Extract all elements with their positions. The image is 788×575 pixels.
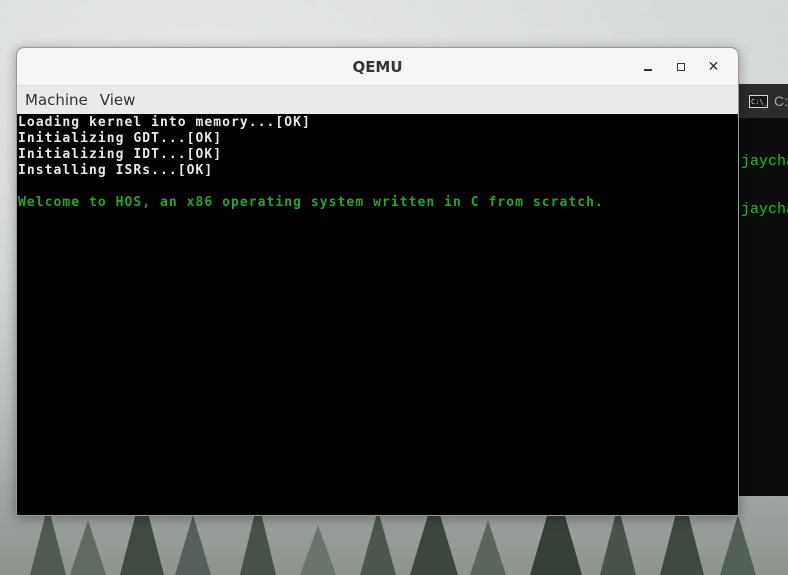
tree	[70, 520, 106, 575]
tree	[300, 525, 336, 575]
qemu-window[interactable]: QEMU ✕ Machine View Loading kernel into …	[16, 47, 739, 516]
vga-display[interactable]: Loading kernel into memory...[OK] Initia…	[17, 114, 738, 515]
console-window[interactable]: C:\_ C:\ jaycha jaycha	[738, 84, 788, 496]
window-title: QEMU	[352, 57, 403, 76]
minimize-icon	[643, 68, 652, 71]
close-button[interactable]: ✕	[697, 48, 730, 85]
tree	[470, 520, 506, 575]
maximize-icon	[676, 62, 685, 71]
tree	[175, 515, 211, 575]
boot-log-line: Initializing GDT...[OK]	[18, 131, 223, 146]
console-line: jaycha	[741, 201, 788, 218]
tree	[720, 515, 756, 575]
window-controls: ✕	[631, 48, 730, 85]
console-output: jaycha jaycha	[739, 118, 788, 250]
boot-log-line: Loading kernel into memory...[OK]	[18, 115, 311, 130]
console-line: jaycha	[741, 153, 788, 170]
boot-log-line: Installing ISRs...[OK]	[18, 163, 214, 178]
console-titlebar[interactable]: C:\_ C:\	[739, 84, 788, 118]
welcome-message: Welcome to HOS, an x86 operating system …	[18, 195, 604, 210]
tree	[360, 510, 396, 575]
menu-machine[interactable]: Machine	[19, 87, 94, 113]
minimize-button[interactable]	[631, 48, 664, 85]
maximize-button[interactable]	[664, 48, 697, 85]
console-app-icon: C:\_	[749, 94, 768, 108]
menu-view[interactable]: View	[94, 87, 142, 113]
qemu-titlebar[interactable]: QEMU ✕	[17, 48, 738, 86]
console-window-title: C:\	[774, 93, 788, 109]
close-icon: ✕	[707, 58, 720, 75]
menu-bar: Machine View	[17, 86, 738, 115]
boot-log-line: Initializing IDT...[OK]	[18, 147, 223, 162]
